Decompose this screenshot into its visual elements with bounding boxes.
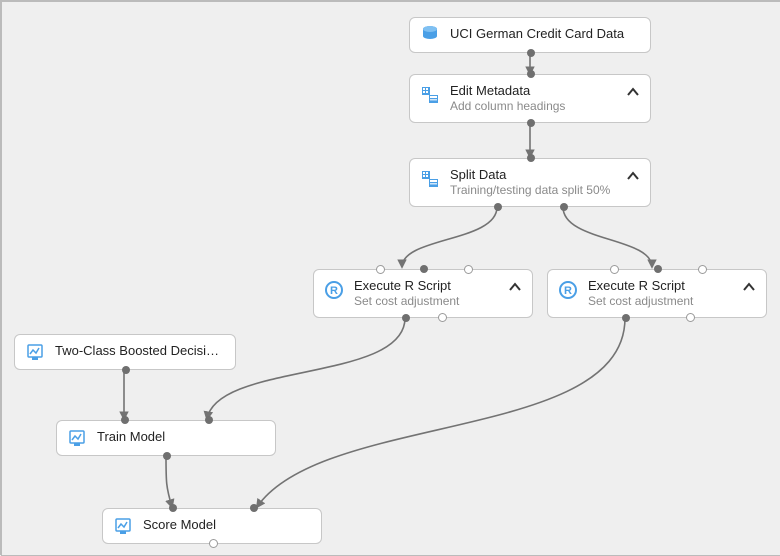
output-port-1[interactable] <box>402 314 410 322</box>
input-port-1[interactable] <box>376 265 385 274</box>
input-port-1[interactable] <box>610 265 619 274</box>
input-port-2[interactable] <box>654 265 662 273</box>
output-port-1[interactable] <box>494 203 502 211</box>
node-execute-r-left[interactable]: Execute R Script Set cost adjustment <box>313 269 533 318</box>
r-icon <box>558 280 578 300</box>
node-execute-r-right[interactable]: Execute R Script Set cost adjustment <box>547 269 767 318</box>
output-port[interactable] <box>527 119 535 127</box>
model-icon <box>25 342 45 362</box>
dataset-icon <box>420 25 440 45</box>
node-title: Execute R Script <box>588 278 754 293</box>
input-port-3[interactable] <box>698 265 707 274</box>
output-port-2[interactable] <box>438 313 447 322</box>
node-score-model[interactable]: Score Model <box>102 508 322 544</box>
node-edit-metadata[interactable]: Edit Metadata Add column headings <box>409 74 651 123</box>
model-icon <box>67 428 87 448</box>
node-subtitle: Set cost adjustment <box>588 294 754 308</box>
node-train-model[interactable]: Train Model <box>56 420 276 456</box>
node-title: Two-Class Boosted Decision... <box>55 343 223 358</box>
node-title: Split Data <box>450 167 638 182</box>
output-port-2[interactable] <box>560 203 568 211</box>
node-title: Score Model <box>143 517 309 532</box>
node-title: Train Model <box>97 429 263 444</box>
output-port[interactable] <box>527 49 535 57</box>
input-port-2[interactable] <box>205 416 213 424</box>
chevron-up-icon[interactable] <box>626 169 640 183</box>
metadata-icon <box>420 85 440 105</box>
output-port[interactable] <box>163 452 171 460</box>
metadata-icon <box>420 169 440 189</box>
node-title: Edit Metadata <box>450 83 638 98</box>
node-uci-data[interactable]: UCI German Credit Card Data <box>409 17 651 53</box>
input-port-2[interactable] <box>420 265 428 273</box>
node-subtitle: Set cost adjustment <box>354 294 520 308</box>
input-port-3[interactable] <box>464 265 473 274</box>
input-port-1[interactable] <box>121 416 129 424</box>
model-icon <box>113 516 133 536</box>
input-port-2[interactable] <box>250 504 258 512</box>
output-port[interactable] <box>122 366 130 374</box>
node-subtitle: Training/testing data split 50% <box>450 183 638 197</box>
r-icon <box>324 280 344 300</box>
node-title: UCI German Credit Card Data <box>450 26 638 41</box>
chevron-up-icon[interactable] <box>626 85 640 99</box>
output-port-1[interactable] <box>622 314 630 322</box>
node-subtitle: Add column headings <box>450 99 638 113</box>
chevron-up-icon[interactable] <box>508 280 522 294</box>
node-title: Execute R Script <box>354 278 520 293</box>
node-two-class-boosted[interactable]: Two-Class Boosted Decision... <box>14 334 236 370</box>
output-port-2[interactable] <box>686 313 695 322</box>
chevron-up-icon[interactable] <box>742 280 756 294</box>
input-port[interactable] <box>527 70 535 78</box>
input-port[interactable] <box>527 154 535 162</box>
output-port[interactable] <box>209 539 218 548</box>
node-split-data[interactable]: Split Data Training/testing data split 5… <box>409 158 651 207</box>
input-port-1[interactable] <box>169 504 177 512</box>
